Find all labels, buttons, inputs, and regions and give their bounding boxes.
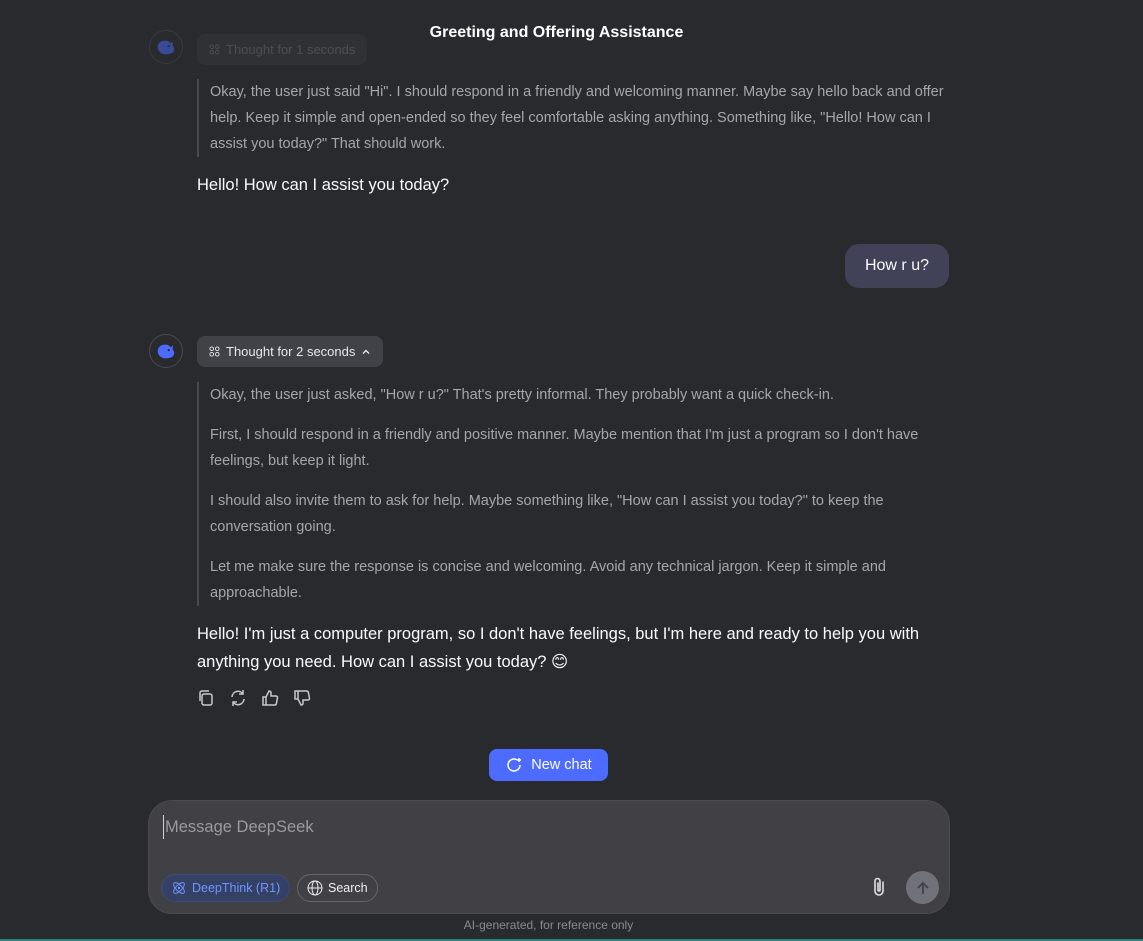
user-message-bubble: How r u? [844,244,949,288]
thinking-block: Okay, the user just said "Hi". I should … [197,79,947,157]
deepthink-label: DeepThink (R1) [192,881,281,895]
search-toggle[interactable]: Search [297,874,378,902]
thought-toggle-button[interactable]: Thought for 2 seconds [197,336,384,367]
thinking-paragraph: First, I should respond in a friendly an… [210,427,919,469]
globe-icon [307,880,323,896]
new-chat-label: New chat [531,757,592,773]
thought-label: Thought for 2 seconds [226,344,356,359]
thinking-block: Okay, the user just asked, "How r u?" Th… [197,382,949,606]
deepthink-toggle[interactable]: DeepThink (R1) [161,874,291,902]
disclaimer-text: AI-generated, for reference only [463,918,634,932]
new-chat-icon [507,758,522,772]
send-button[interactable] [906,871,939,904]
thinking-paragraph: Let me make sure the response is concise… [210,559,886,601]
thinking-paragraph: Okay, the user just said "Hi". I should … [210,84,944,152]
assistant-answer: Hello! How can I assist you today? [197,176,450,194]
paperclip-icon[interactable] [867,875,891,899]
message-composer: DeepThink (R1) Search [148,800,950,914]
thumbs-down-icon[interactable] [292,688,312,708]
deepseek-whale-icon [157,344,175,359]
search-label: Search [328,881,368,895]
assistant-avatar [149,334,183,368]
thought-icon [209,44,220,55]
user-message-text: How r u? [864,257,929,274]
assistant-answer: Hello! I'm just a computer program, so I… [197,625,920,671]
chevron-up-icon [362,349,370,354]
message-input[interactable] [163,815,923,839]
regenerate-icon[interactable] [228,688,248,708]
assistant-avatar [149,30,183,64]
deepseek-whale-icon [157,40,175,55]
thinking-paragraph: Okay, the user just asked, "How r u?" Th… [210,387,834,403]
thought-label: Thought for 1 seconds [226,42,356,57]
arrow-up-icon [917,881,928,894]
new-chat-button[interactable]: New chat [489,749,608,781]
thought-icon [209,346,220,357]
message-actions [196,688,312,708]
atom-icon [173,882,185,894]
copy-icon[interactable] [196,688,216,708]
chat-page: Greeting and Offering Assistance Thought… [0,0,1143,941]
thumbs-up-icon[interactable] [260,688,280,708]
thinking-paragraph: I should also invite them to ask for hel… [210,493,884,535]
thought-toggle-button[interactable]: Thought for 1 seconds [197,34,368,65]
